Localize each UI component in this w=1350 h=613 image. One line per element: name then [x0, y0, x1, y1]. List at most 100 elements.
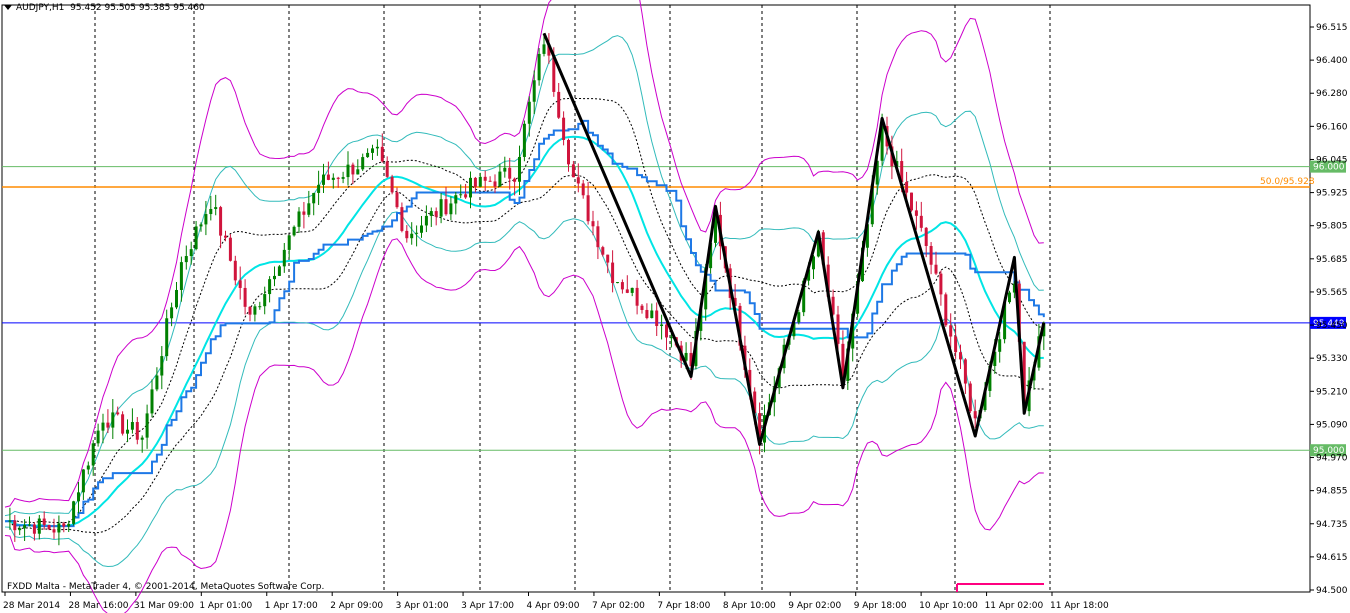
candle-body — [591, 221, 595, 227]
price-chart[interactable]: 96.00095.00050.0/95.92895.449 96.515 96.4… — [0, 0, 1350, 613]
candle-body — [640, 305, 644, 310]
candle-body — [464, 194, 468, 198]
dropdown-arrow-icon[interactable] — [4, 5, 12, 10]
candle-body — [429, 211, 433, 216]
band-inner-upper — [4, 35, 1044, 517]
candle-body — [18, 528, 22, 531]
candle-body — [23, 525, 27, 529]
candle-body — [91, 443, 95, 466]
candle-body — [616, 282, 619, 284]
candle-body — [194, 226, 198, 250]
candle-body — [620, 282, 624, 290]
candle-body — [292, 226, 296, 236]
candle-body — [444, 199, 448, 215]
candle-body — [248, 306, 252, 315]
candle-body — [660, 324, 664, 326]
candle-body — [488, 180, 492, 182]
x-tick-label: 3 Apr 01:00 — [396, 601, 449, 611]
y-tick-label: 95.330 — [1316, 354, 1348, 364]
x-tick-label: 11 Apr 18:00 — [1050, 601, 1109, 611]
candle-body — [483, 176, 487, 181]
candle-body — [410, 233, 414, 239]
zigzag-line — [542, 32, 1046, 446]
x-tick-label: 3 Apr 17:00 — [461, 601, 514, 611]
y-tick-label: 94.855 — [1316, 487, 1348, 497]
candle-body — [135, 422, 139, 440]
candle-body — [307, 203, 311, 215]
candle-body — [498, 171, 502, 187]
y-tick-label: 96.400 — [1316, 56, 1348, 66]
candle-body — [145, 413, 149, 438]
candle-body — [204, 214, 208, 225]
candle-body — [287, 235, 291, 250]
y-tick-label: 95.090 — [1316, 420, 1348, 430]
candle-body — [939, 273, 943, 295]
candle-body — [934, 264, 938, 274]
candle-body — [576, 177, 580, 184]
candle-body — [385, 161, 389, 177]
candle-body — [459, 194, 463, 196]
candle-body — [645, 309, 649, 319]
candle-body — [297, 211, 301, 227]
candle-body — [836, 314, 840, 344]
candle-body — [277, 266, 281, 276]
candle-body — [454, 195, 458, 204]
candle-body — [326, 174, 330, 180]
candle-body — [998, 339, 1002, 352]
candle-body — [562, 117, 566, 140]
candle-body — [130, 422, 134, 430]
candle-body — [581, 183, 585, 196]
candle-body — [914, 210, 918, 216]
x-tick-label: 31 Mar 09:00 — [134, 601, 194, 611]
candle-body — [228, 237, 232, 261]
candle-body — [356, 169, 360, 175]
candle-body — [317, 184, 321, 193]
candle-body — [1008, 292, 1011, 303]
candle-body — [493, 181, 497, 187]
candle-body — [542, 44, 546, 54]
copyright-text: FXDD Malta - MetaTrader 4, © 2001-2014, … — [7, 582, 325, 592]
candle-body — [469, 177, 472, 198]
x-tick-label: 1 Apr 17:00 — [265, 601, 318, 611]
candle-body — [140, 437, 144, 440]
candle-body — [513, 178, 517, 182]
y-tick-label: 95.450 — [1316, 321, 1348, 331]
candle-body — [77, 492, 80, 502]
candle-body — [954, 336, 958, 353]
symbol-label: AUDJPY,H1 — [16, 3, 65, 13]
candle-body — [405, 230, 409, 239]
candle-body — [96, 430, 100, 444]
candle-body — [106, 422, 110, 428]
horizontal-levels: 96.00095.00050.0/95.92895.449 — [2, 160, 1346, 592]
candle-body — [650, 310, 654, 319]
candle-body — [434, 211, 438, 217]
candle-body — [400, 207, 404, 231]
candle-body — [390, 176, 394, 193]
candle-body — [586, 195, 590, 222]
y-tick-label: 95.805 — [1316, 222, 1348, 232]
y-tick-label: 95.685 — [1316, 255, 1348, 265]
candle-body — [919, 215, 923, 228]
candle-body — [424, 215, 428, 226]
zigzag-path — [542, 32, 1046, 446]
y-tick-label: 94.500 — [1316, 586, 1348, 596]
x-tick-label: 8 Apr 10:00 — [723, 601, 776, 611]
candle-body — [973, 411, 977, 419]
candle-body — [32, 524, 36, 534]
candle-body — [209, 209, 213, 215]
candle-body — [273, 275, 276, 280]
candle-body — [527, 101, 531, 124]
candle-body — [655, 310, 659, 326]
candle-body — [52, 529, 56, 533]
candle-body — [258, 306, 262, 308]
candle-body — [522, 123, 526, 157]
candle-body — [62, 523, 66, 527]
candle-body — [366, 152, 370, 158]
candle-body — [121, 414, 125, 434]
candle-body — [924, 227, 928, 246]
y-tick-label: 94.970 — [1316, 454, 1348, 464]
y-tick-label: 96.280 — [1316, 89, 1348, 99]
candle-body — [184, 256, 188, 263]
candle-body — [116, 412, 120, 415]
x-tick-label: 9 Apr 02:00 — [788, 601, 841, 611]
